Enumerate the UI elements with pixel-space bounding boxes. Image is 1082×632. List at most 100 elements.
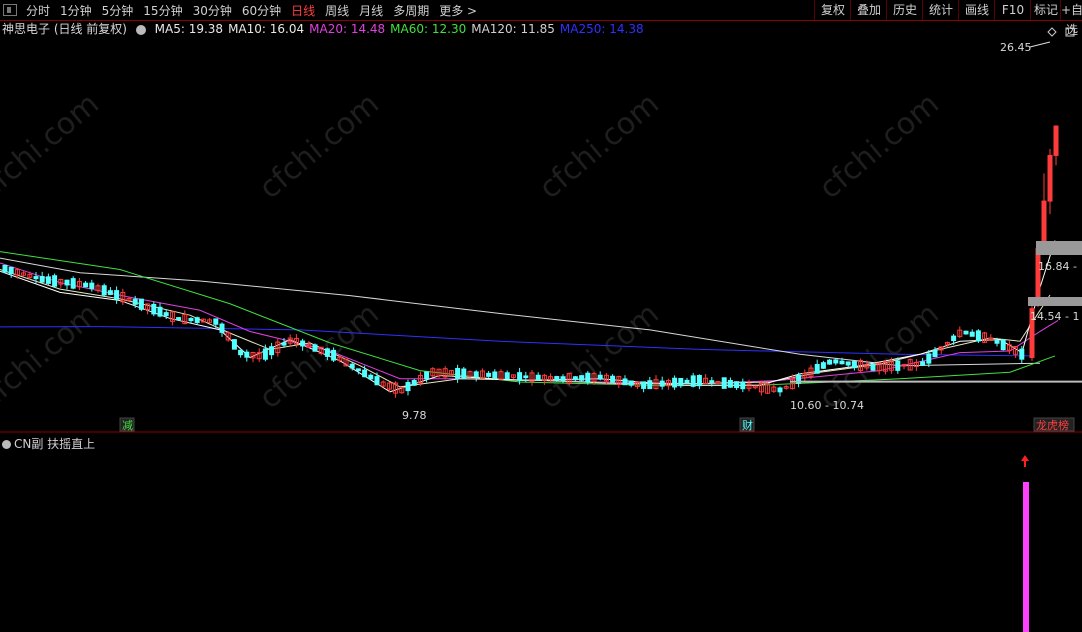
candle [213, 318, 219, 325]
candle [231, 339, 237, 350]
candle [89, 282, 95, 289]
candle [1000, 339, 1006, 351]
tool-button-6[interactable]: 标记 [1030, 0, 1061, 20]
candle [709, 380, 715, 383]
candle [405, 382, 411, 392]
tab-period-0[interactable]: 分时 [21, 2, 55, 19]
candle [486, 372, 492, 377]
ma-legend-item-0: MA5: 19.38 [154, 22, 224, 36]
candle [678, 377, 684, 387]
candle [312, 344, 318, 352]
candle [269, 346, 275, 356]
candle [2, 264, 8, 273]
tab-period-9[interactable]: 多周期 [388, 2, 434, 19]
diamond-icon[interactable] [1047, 27, 1057, 37]
candle [492, 371, 498, 379]
tool-button-0[interactable]: 复权 [814, 0, 851, 20]
candle [70, 278, 76, 289]
candle [659, 380, 665, 387]
candle [641, 381, 647, 389]
candle [107, 290, 113, 295]
candle [951, 335, 957, 342]
tab-period-1[interactable]: 1分钟 [55, 2, 97, 19]
candle [1053, 125, 1059, 156]
candle [132, 298, 138, 305]
tab-period-10[interactable]: 更多 > [434, 2, 482, 19]
candle [870, 363, 876, 371]
settings-circle-icon[interactable] [135, 24, 146, 35]
info-bar: 神思电子 (日线 前复权) MA5: 19.38 MA10: 16.04 MA20:… [0, 21, 649, 38]
menu-icon[interactable] [3, 4, 17, 16]
candle [777, 387, 783, 393]
tool-button-3[interactable]: 统计 [922, 0, 959, 20]
kline-chart[interactable]: cfchi.com cfchi.com cfchi.com cfchi.com cfch… [0, 0, 1082, 632]
candle [684, 379, 690, 384]
candle [411, 379, 417, 386]
candle [535, 374, 541, 381]
candle [920, 361, 926, 366]
candle [52, 275, 58, 287]
watermark-text: cfchi.com [253, 296, 386, 416]
candle [176, 317, 182, 321]
price-level-box [1028, 297, 1082, 306]
tab-period-8[interactable]: 月线 [354, 2, 388, 19]
candle [238, 349, 244, 356]
event-badge-label: 龙虎榜 [1036, 418, 1069, 432]
candle [572, 376, 578, 381]
candle [628, 380, 634, 386]
tab-period-7[interactable]: 周线 [320, 2, 354, 19]
candle [355, 368, 361, 372]
watermarks: cfchi.com cfchi.com cfchi.com cfchi.com cfch… [0, 86, 946, 416]
candle [300, 340, 306, 347]
ma-legend-item-2: MA20: 14.48 [309, 22, 386, 36]
candle [517, 372, 523, 381]
candle [740, 381, 746, 390]
event-badge-label: 减 [122, 419, 133, 432]
candle [455, 367, 461, 379]
tab-period-2[interactable]: 5分钟 [97, 2, 139, 19]
tool-button-1[interactable]: 叠加 [850, 0, 887, 20]
candle [845, 361, 851, 366]
tab-period-4[interactable]: 30分钟 [188, 2, 237, 19]
candle [622, 378, 628, 386]
high-pointer [1029, 41, 1051, 48]
candle [281, 342, 287, 346]
candle [64, 279, 70, 286]
tab-period-3[interactable]: 15分钟 [138, 2, 187, 19]
subchart-settings-icon[interactable] [2, 440, 11, 449]
watermark-text: cfchi.com [253, 86, 386, 206]
watermark-text: cfchi.com [0, 86, 106, 206]
tab-period-5[interactable]: 60分钟 [237, 2, 286, 19]
candle [362, 369, 368, 378]
candle [690, 375, 696, 387]
ma-legend-item-1: MA10: 16.04 [228, 22, 305, 36]
tab-period-6[interactable]: 日线 [286, 2, 320, 19]
candle [579, 375, 585, 381]
candle [932, 349, 938, 358]
watermark-text: cfchi.com [533, 86, 666, 206]
candle [696, 375, 702, 387]
up-arrow-icon [1021, 455, 1029, 467]
candle [523, 375, 529, 379]
candle [219, 323, 225, 333]
candle [83, 282, 89, 288]
price-level-box [1036, 241, 1082, 255]
tool-button-4[interactable]: 画线 [958, 0, 995, 20]
candle [374, 376, 380, 386]
candle [647, 380, 653, 390]
high-price-label: 26.45 [1000, 41, 1032, 54]
tool-button-2[interactable]: 历史 [886, 0, 923, 20]
subchart-title: CN副 扶摇直上 [14, 437, 96, 451]
candle [45, 276, 51, 284]
candle [1019, 348, 1025, 360]
candle [188, 318, 194, 322]
candle [138, 298, 144, 310]
candle [610, 375, 616, 383]
tool-button-5[interactable]: F10 [994, 0, 1031, 20]
tool-button-7[interactable]: +自选 [1060, 0, 1082, 37]
ma-legend-item-5: MA250: 14.38 [559, 22, 644, 36]
ma-legend-item-3: MA60: 12.30 [390, 22, 467, 36]
level-label-1: 16.84 - [1038, 260, 1077, 273]
candle [473, 371, 479, 378]
candle [368, 374, 374, 380]
